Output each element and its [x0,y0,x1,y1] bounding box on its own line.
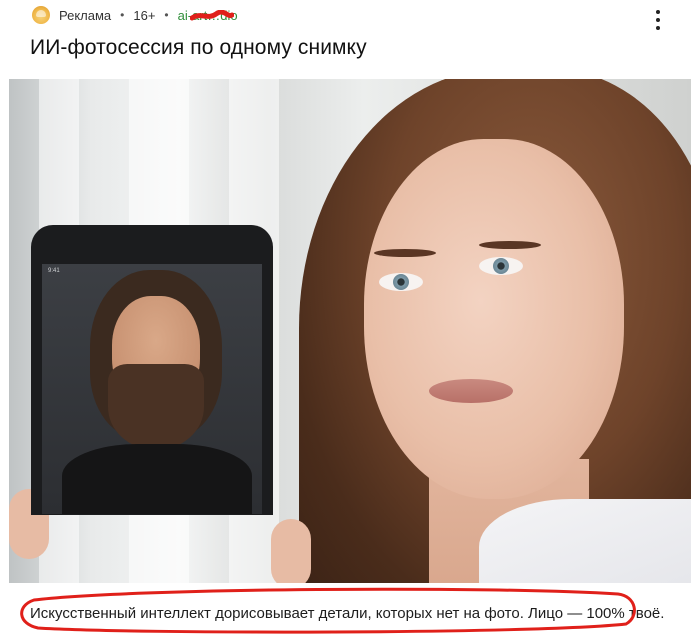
phone-status-time: 9:41 [48,268,60,274]
more-vertical-icon [656,10,660,14]
more-options-button[interactable] [654,10,662,30]
right-hand [271,519,311,583]
separator-dot: • [120,8,125,22]
ad-label: Реклама [59,7,112,23]
age-rating: 16+ [133,7,156,23]
man-shirt [62,444,252,514]
separator-dot: • [164,8,169,22]
phone-screen: 9:41 [42,264,262,514]
redaction-scribble [190,10,234,21]
woman-lips [429,379,513,403]
woman-shirt [479,499,691,583]
right-eye [479,257,523,275]
right-eyebrow [479,241,541,249]
annotation-circle [20,587,636,634]
man-beard [108,364,204,450]
woman-face [364,139,624,499]
ad-card: Реклама • 16+ • ai-art…dio ИИ-фотосессия… [0,0,700,637]
post-title[interactable]: ИИ-фотосессия по одному снимку [30,36,367,60]
left-eyebrow [374,249,436,257]
left-eye [379,273,423,291]
crown-emoji-icon [32,6,50,24]
